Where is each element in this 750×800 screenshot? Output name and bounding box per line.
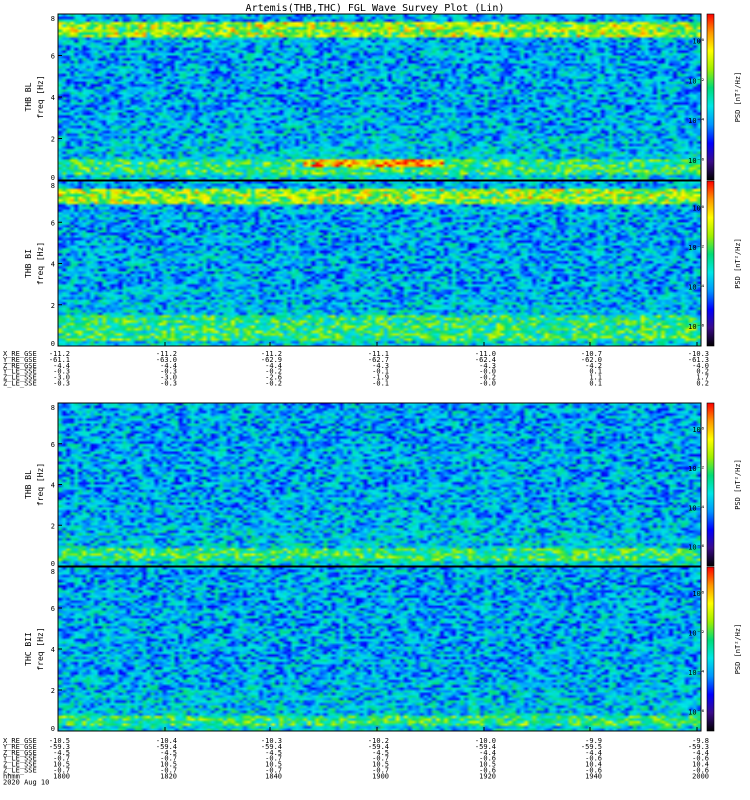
spectrogram-image (58, 14, 701, 180)
y-tick-label: 6 (51, 219, 55, 227)
colorbar-tick-label: 10⁻⁴ (688, 669, 705, 677)
ephemeris-row-label: 2020 Aug 10 (3, 778, 49, 786)
colorbar-tick-label: 10⁻² (688, 465, 705, 473)
y-tick-label: 2 (51, 522, 55, 530)
colorbar-tick-label: 10⁰ (692, 204, 705, 212)
y-axis-label: freq [Hz] (36, 242, 45, 285)
ephemeris-value: 0.1 (589, 380, 602, 388)
ephemeris-value: -0.2 (265, 380, 282, 388)
colorbar-label: PSD [nT²/Hz] (734, 238, 742, 289)
y-tick-label: 2 (51, 687, 55, 695)
colorbar-tick-label: 10⁰ (692, 38, 705, 46)
ephemeris-row-label: Z_LE_SSE (3, 380, 37, 388)
ephemeris-value: 1800 (53, 772, 70, 780)
y-axis-label: freq [Hz] (36, 627, 45, 670)
colorbar-tick-label: 10⁰ (692, 426, 705, 434)
colorbar-tick-label: 10⁻⁶ (688, 157, 705, 165)
colorbar-label: PSD [nT²/Hz] (734, 459, 742, 510)
colorbar (706, 13, 715, 181)
y-tick-label: 8 (51, 404, 55, 412)
panel-name-label: THB BL (24, 470, 33, 499)
panel-name-label: THC BII (24, 632, 33, 666)
ephemeris-table: X_RE_GSEY_RE_GSEZ_RE_GSEY_LE_SSEZ_LE_SSE… (3, 727, 709, 786)
ephemeris-value: 1840 (265, 772, 282, 780)
ephemeris-value: 1940 (585, 772, 602, 780)
ephemeris-value: -0.3 (53, 380, 70, 388)
colorbar (706, 180, 715, 347)
colorbar-tick-label: 10⁰ (692, 590, 705, 598)
colorbar-tick-label: 10⁻⁶ (688, 543, 705, 551)
spectrogram-panel: 0 2 4 6 8 THC BII freq [Hz] 10⁰ 10⁻² 10⁻⁴ 10⁻⁶ PSD … (24, 566, 742, 733)
y-tick-label: 8 (51, 15, 55, 23)
ephemeris-value: -0.0 (479, 380, 496, 388)
y-tick-label: 0 (51, 174, 55, 182)
y-axis-label: freq [Hz] (36, 463, 45, 506)
y-tick-label: 0 (51, 725, 55, 733)
y-tick-label: 8 (51, 182, 55, 190)
y-tick-label: 8 (51, 568, 55, 576)
spectrogram-image (58, 403, 701, 566)
y-axis-label: freq [Hz] (36, 75, 45, 118)
colorbar (706, 566, 715, 732)
colorbar (706, 402, 715, 567)
colorbar-tick-label: 10⁻² (688, 630, 705, 638)
ephemeris-value: 2000 (692, 772, 709, 780)
y-tick-label: 4 (51, 646, 55, 654)
spectrogram-image (58, 181, 701, 346)
panel-name-label: THB BI (24, 249, 33, 278)
y-tick-label: 4 (51, 94, 55, 102)
y-tick-label: 0 (51, 560, 55, 568)
panel-name-label: THB BL (24, 82, 33, 111)
colorbar-label: PSD [nT²/Hz] (734, 624, 742, 675)
ephemeris-value: -0.3 (160, 380, 177, 388)
spectrogram-panel: 0 2 4 6 8 THB BL freq [Hz] 10⁰ 10⁻² 10⁻⁴ 10⁻⁶ PSD [… (24, 402, 742, 568)
y-tick-label: 2 (51, 302, 55, 310)
y-tick-label: 4 (51, 261, 55, 269)
ephemeris-value: 1820 (160, 772, 177, 780)
colorbar-label: PSD [nT²/Hz] (734, 72, 742, 123)
y-tick-label: 6 (51, 53, 55, 61)
colorbar-tick-label: 10⁻² (688, 244, 705, 252)
colorbar-tick-label: 10⁻⁴ (688, 504, 705, 512)
y-tick-label: 0 (51, 340, 55, 348)
colorbar-tick-label: 10⁻⁴ (688, 117, 705, 125)
colorbar-tick-label: 10⁻⁶ (688, 323, 705, 331)
colorbar-tick-label: 10⁻⁴ (688, 284, 705, 292)
y-tick-label: 4 (51, 482, 55, 490)
ephemeris-value: -0.1 (372, 380, 389, 388)
ephemeris-value: 1900 (372, 772, 389, 780)
y-tick-label: 6 (51, 605, 55, 613)
spectrogram-image (58, 567, 701, 731)
wave-survey-figure: Artemis(THB,THC) FGL Wave Survey Plot (L… (3, 3, 742, 786)
colorbar-tick-label: 10⁻⁶ (688, 708, 705, 716)
y-tick-label: 6 (51, 441, 55, 449)
spectrogram-panel: 0 2 4 6 8 THB BL freq [Hz] 10⁰ 10⁻² 10⁻⁴ 10⁻⁶ PSD [… (24, 13, 742, 182)
ephemeris-value: 1920 (479, 772, 496, 780)
y-tick-label: 2 (51, 136, 55, 144)
colorbar-tick-label: 10⁻² (688, 77, 705, 85)
figure-title: Artemis(THB,THC) FGL Wave Survey Plot (L… (246, 3, 505, 14)
spectrogram-panel: 0 2 4 6 8 THB BI freq [Hz] 10⁰ 10⁻² 10⁻⁴ 10⁻⁶ PSD [… (24, 180, 742, 348)
ephemeris-table: X_RE_GSEY_RE_GSEZ_RE_GSEY_LE_SSEZ_LE_SSE… (3, 342, 709, 388)
ephemeris-value: 0.2 (696, 380, 709, 388)
